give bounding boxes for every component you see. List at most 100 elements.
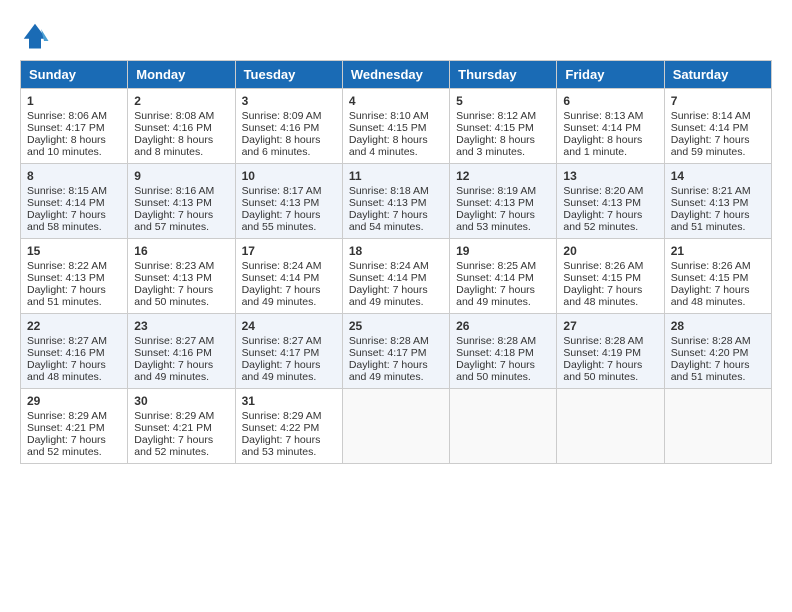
sunset-label: Sunset: 4:22 PM [242, 422, 320, 434]
calendar-cell: 20 Sunrise: 8:26 AM Sunset: 4:15 PM Dayl… [557, 239, 664, 314]
calendar-cell: 25 Sunrise: 8:28 AM Sunset: 4:17 PM Dayl… [342, 314, 449, 389]
sunrise-label: Sunrise: 8:17 AM [242, 185, 322, 197]
calendar-cell: 26 Sunrise: 8:28 AM Sunset: 4:18 PM Dayl… [450, 314, 557, 389]
sunset-label: Sunset: 4:16 PM [242, 122, 320, 134]
day-number: 1 [27, 94, 121, 108]
calendar-week-row: 29 Sunrise: 8:29 AM Sunset: 4:21 PM Dayl… [21, 389, 772, 464]
daylight-label: Daylight: 7 hours and 48 minutes. [563, 284, 642, 308]
daylight-label: Daylight: 8 hours and 8 minutes. [134, 134, 213, 158]
sunset-label: Sunset: 4:17 PM [349, 347, 427, 359]
day-number: 3 [242, 94, 336, 108]
day-number: 31 [242, 394, 336, 408]
daylight-label: Daylight: 7 hours and 58 minutes. [27, 209, 106, 233]
sunrise-label: Sunrise: 8:28 AM [456, 335, 536, 347]
calendar-day-header: Thursday [450, 61, 557, 89]
day-number: 16 [134, 244, 228, 258]
daylight-label: Daylight: 7 hours and 49 minutes. [349, 284, 428, 308]
sunrise-label: Sunrise: 8:28 AM [563, 335, 643, 347]
header [20, 20, 772, 50]
daylight-label: Daylight: 8 hours and 3 minutes. [456, 134, 535, 158]
sunset-label: Sunset: 4:15 PM [456, 122, 534, 134]
calendar-cell: 19 Sunrise: 8:25 AM Sunset: 4:14 PM Dayl… [450, 239, 557, 314]
calendar-day-header: Friday [557, 61, 664, 89]
daylight-label: Daylight: 7 hours and 57 minutes. [134, 209, 213, 233]
day-number: 2 [134, 94, 228, 108]
sunset-label: Sunset: 4:14 PM [563, 122, 641, 134]
day-number: 8 [27, 169, 121, 183]
daylight-label: Daylight: 7 hours and 49 minutes. [242, 284, 321, 308]
sunrise-label: Sunrise: 8:28 AM [671, 335, 751, 347]
sunset-label: Sunset: 4:13 PM [134, 272, 212, 284]
calendar-header-row: SundayMondayTuesdayWednesdayThursdayFrid… [21, 61, 772, 89]
calendar-cell: 5 Sunrise: 8:12 AM Sunset: 4:15 PM Dayli… [450, 89, 557, 164]
calendar-cell: 21 Sunrise: 8:26 AM Sunset: 4:15 PM Dayl… [664, 239, 771, 314]
calendar-cell: 30 Sunrise: 8:29 AM Sunset: 4:21 PM Dayl… [128, 389, 235, 464]
sunset-label: Sunset: 4:16 PM [27, 347, 105, 359]
daylight-label: Daylight: 8 hours and 1 minute. [563, 134, 642, 158]
sunrise-label: Sunrise: 8:21 AM [671, 185, 751, 197]
calendar-cell: 29 Sunrise: 8:29 AM Sunset: 4:21 PM Dayl… [21, 389, 128, 464]
sunset-label: Sunset: 4:16 PM [134, 122, 212, 134]
day-number: 7 [671, 94, 765, 108]
sunrise-label: Sunrise: 8:08 AM [134, 110, 214, 122]
sunset-label: Sunset: 4:14 PM [27, 197, 105, 209]
calendar-cell: 8 Sunrise: 8:15 AM Sunset: 4:14 PM Dayli… [21, 164, 128, 239]
daylight-label: Daylight: 7 hours and 54 minutes. [349, 209, 428, 233]
sunset-label: Sunset: 4:13 PM [349, 197, 427, 209]
calendar-cell [342, 389, 449, 464]
day-number: 14 [671, 169, 765, 183]
sunrise-label: Sunrise: 8:09 AM [242, 110, 322, 122]
daylight-label: Daylight: 7 hours and 52 minutes. [27, 434, 106, 458]
calendar-cell: 24 Sunrise: 8:27 AM Sunset: 4:17 PM Dayl… [235, 314, 342, 389]
day-number: 25 [349, 319, 443, 333]
calendar-cell: 9 Sunrise: 8:16 AM Sunset: 4:13 PM Dayli… [128, 164, 235, 239]
day-number: 29 [27, 394, 121, 408]
calendar-cell: 2 Sunrise: 8:08 AM Sunset: 4:16 PM Dayli… [128, 89, 235, 164]
sunrise-label: Sunrise: 8:18 AM [349, 185, 429, 197]
sunset-label: Sunset: 4:16 PM [134, 347, 212, 359]
day-number: 23 [134, 319, 228, 333]
daylight-label: Daylight: 7 hours and 49 minutes. [349, 359, 428, 383]
daylight-label: Daylight: 7 hours and 51 minutes. [671, 359, 750, 383]
sunset-label: Sunset: 4:14 PM [671, 122, 749, 134]
daylight-label: Daylight: 7 hours and 51 minutes. [671, 209, 750, 233]
daylight-label: Daylight: 8 hours and 4 minutes. [349, 134, 428, 158]
calendar-cell: 18 Sunrise: 8:24 AM Sunset: 4:14 PM Dayl… [342, 239, 449, 314]
logo [20, 20, 54, 50]
day-number: 20 [563, 244, 657, 258]
day-number: 12 [456, 169, 550, 183]
day-number: 10 [242, 169, 336, 183]
daylight-label: Daylight: 7 hours and 53 minutes. [456, 209, 535, 233]
calendar-day-header: Saturday [664, 61, 771, 89]
sunset-label: Sunset: 4:14 PM [242, 272, 320, 284]
calendar-cell: 6 Sunrise: 8:13 AM Sunset: 4:14 PM Dayli… [557, 89, 664, 164]
sunset-label: Sunset: 4:15 PM [349, 122, 427, 134]
sunset-label: Sunset: 4:14 PM [456, 272, 534, 284]
day-number: 5 [456, 94, 550, 108]
daylight-label: Daylight: 7 hours and 50 minutes. [456, 359, 535, 383]
daylight-label: Daylight: 7 hours and 49 minutes. [134, 359, 213, 383]
sunrise-label: Sunrise: 8:28 AM [349, 335, 429, 347]
sunrise-label: Sunrise: 8:14 AM [671, 110, 751, 122]
day-number: 15 [27, 244, 121, 258]
sunset-label: Sunset: 4:13 PM [671, 197, 749, 209]
day-number: 18 [349, 244, 443, 258]
sunrise-label: Sunrise: 8:25 AM [456, 260, 536, 272]
sunset-label: Sunset: 4:21 PM [27, 422, 105, 434]
calendar-day-header: Monday [128, 61, 235, 89]
sunset-label: Sunset: 4:20 PM [671, 347, 749, 359]
calendar: SundayMondayTuesdayWednesdayThursdayFrid… [20, 60, 772, 464]
daylight-label: Daylight: 7 hours and 51 minutes. [27, 284, 106, 308]
sunrise-label: Sunrise: 8:26 AM [563, 260, 643, 272]
sunset-label: Sunset: 4:18 PM [456, 347, 534, 359]
calendar-cell: 10 Sunrise: 8:17 AM Sunset: 4:13 PM Dayl… [235, 164, 342, 239]
daylight-label: Daylight: 7 hours and 50 minutes. [134, 284, 213, 308]
day-number: 27 [563, 319, 657, 333]
daylight-label: Daylight: 7 hours and 49 minutes. [456, 284, 535, 308]
day-number: 26 [456, 319, 550, 333]
calendar-cell: 4 Sunrise: 8:10 AM Sunset: 4:15 PM Dayli… [342, 89, 449, 164]
sunset-label: Sunset: 4:15 PM [563, 272, 641, 284]
sunrise-label: Sunrise: 8:12 AM [456, 110, 536, 122]
calendar-week-row: 15 Sunrise: 8:22 AM Sunset: 4:13 PM Dayl… [21, 239, 772, 314]
daylight-label: Daylight: 7 hours and 49 minutes. [242, 359, 321, 383]
